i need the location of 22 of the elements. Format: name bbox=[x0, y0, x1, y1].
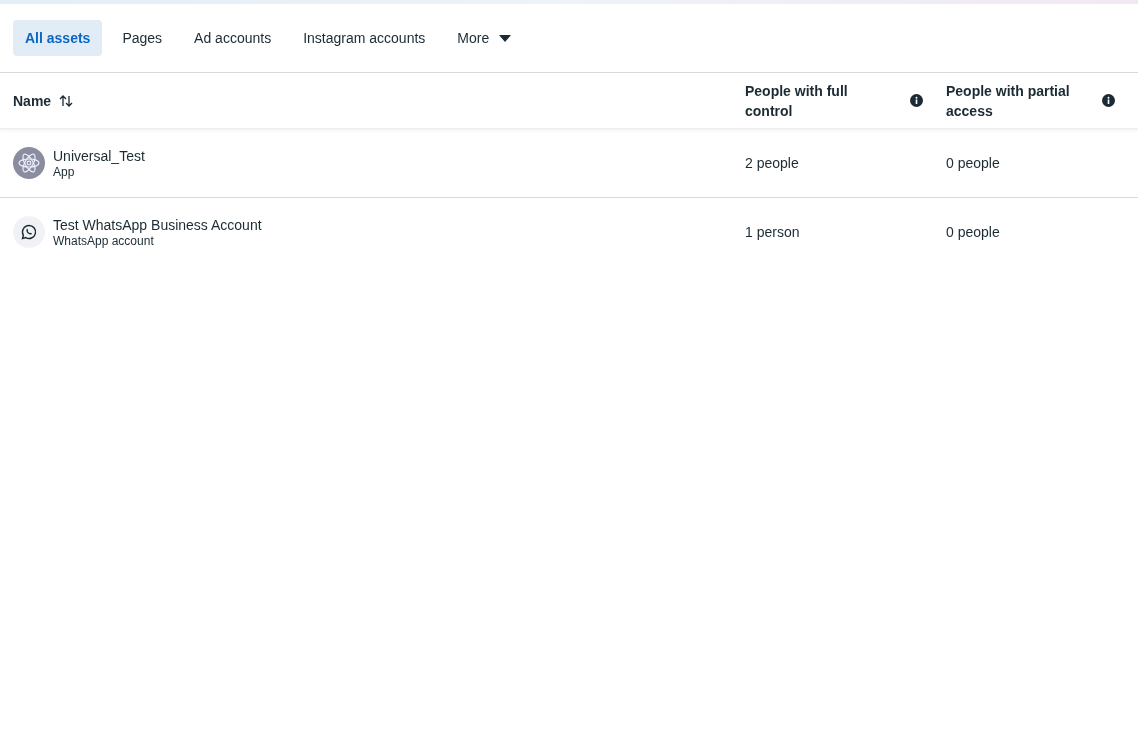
column-header: People with full control bbox=[745, 81, 849, 121]
column-header[interactable]: Name bbox=[13, 92, 52, 109]
info-icon[interactable] bbox=[1102, 94, 1115, 107]
table-cell-text: 1 person bbox=[745, 224, 801, 240]
asset-type: App bbox=[53, 164, 76, 179]
sort-icon[interactable] bbox=[59, 94, 74, 107]
table-cell-text: 0 people bbox=[946, 155, 1001, 171]
atom-icon bbox=[13, 147, 45, 179]
asset-name[interactable]: Test WhatsApp Business Account bbox=[53, 216, 262, 233]
chat-phone-icon bbox=[13, 216, 45, 248]
asset-type: WhatsApp account bbox=[53, 233, 155, 248]
asset-name[interactable]: Universal_Test bbox=[53, 147, 145, 164]
column-header: People with partial access bbox=[946, 81, 1071, 121]
caret-icon bbox=[499, 34, 512, 42]
tab[interactable]: More bbox=[445, 20, 524, 56]
tab[interactable]: Pages bbox=[110, 20, 175, 56]
table-cell-text: 0 people bbox=[946, 224, 1001, 240]
tab[interactable]: Ad accounts bbox=[182, 20, 284, 56]
table-cell-text: 2 people bbox=[745, 155, 800, 171]
tab[interactable]: All assets bbox=[13, 20, 103, 56]
tab[interactable]: Instagram accounts bbox=[291, 20, 438, 56]
info-icon[interactable] bbox=[910, 94, 923, 107]
